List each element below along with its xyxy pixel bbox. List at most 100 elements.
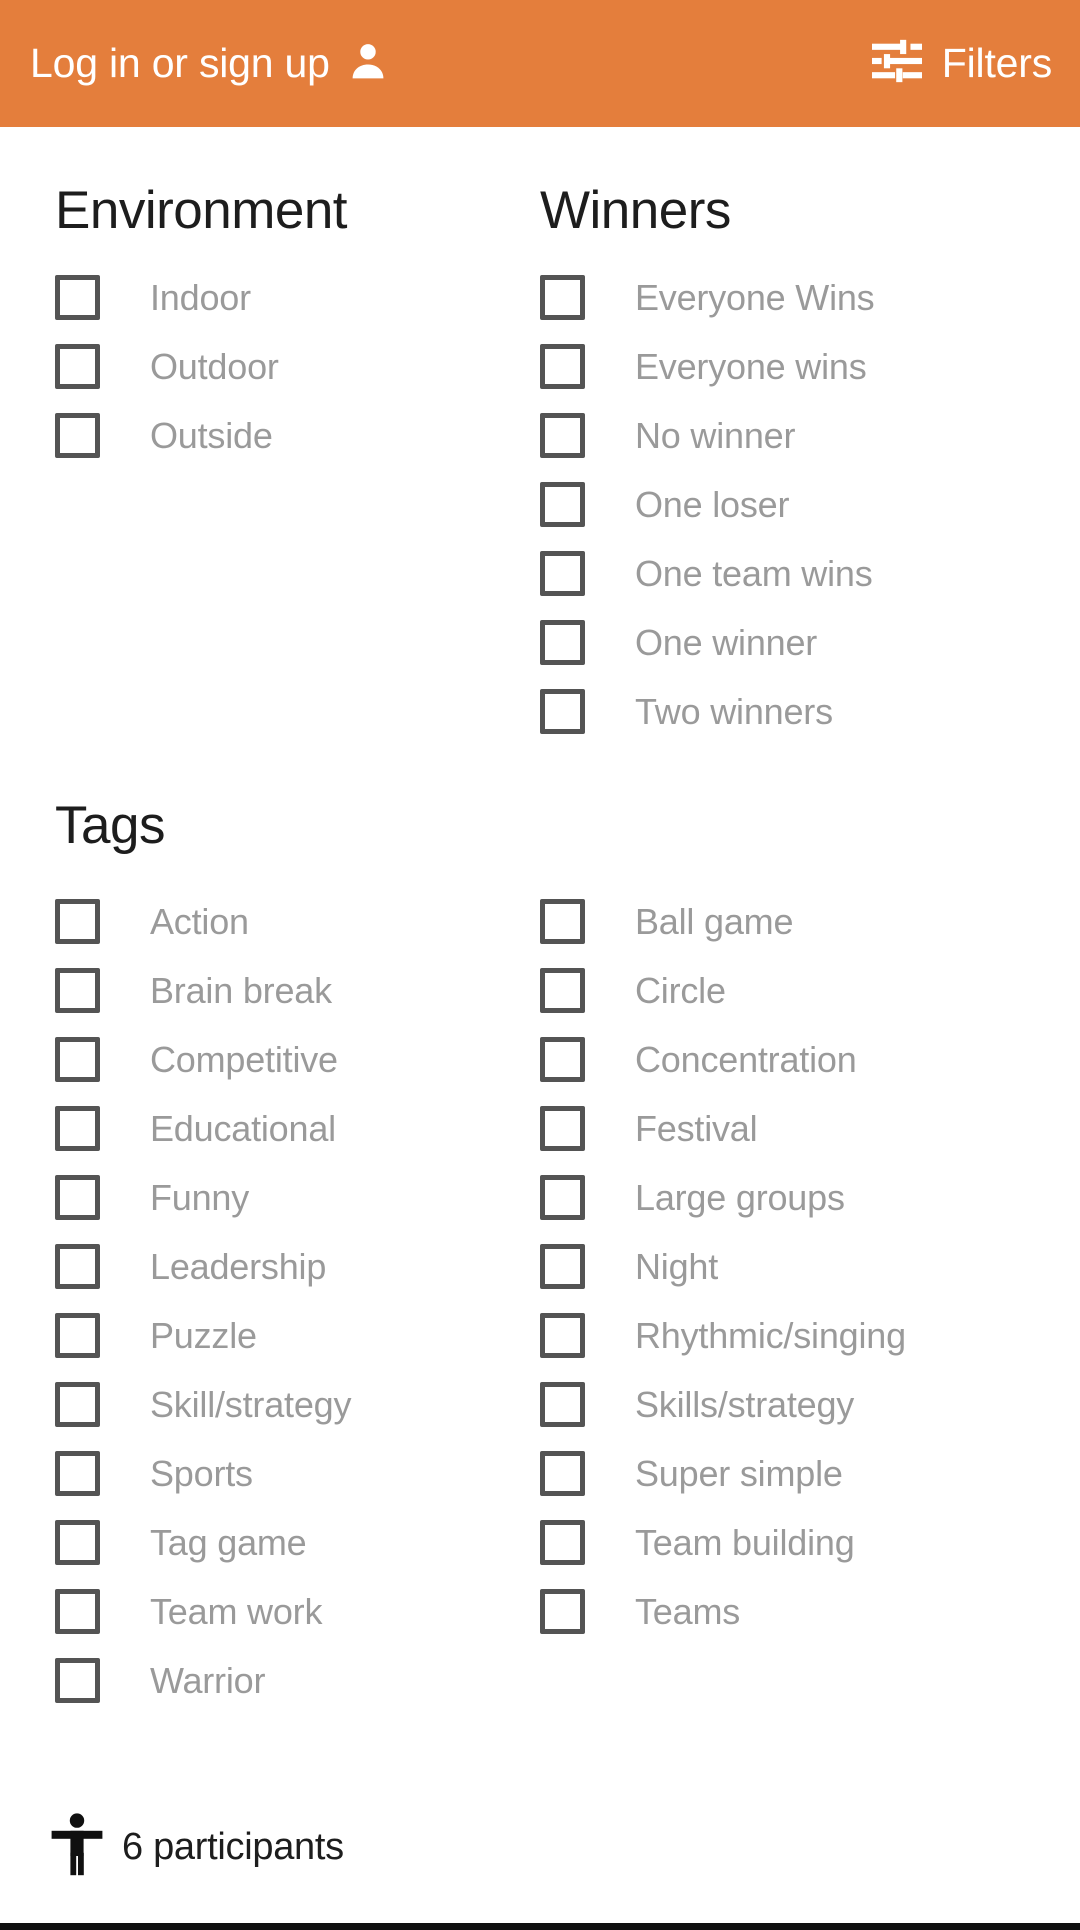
winners-section: Winners Everyone Wins Everyone wins No win… — [540, 182, 875, 746]
login-button[interactable]: Log in or sign up — [30, 39, 390, 88]
checkbox-tag-left-3[interactable] — [55, 1106, 100, 1151]
tag-right-option-row[interactable]: Skills/strategy — [540, 1370, 906, 1439]
winners-option-label: Everyone wins — [635, 345, 867, 387]
filters-button[interactable]: Filters — [871, 39, 1052, 88]
tag-left-option-label: Funny — [150, 1176, 250, 1218]
checkbox-tag-right-10[interactable] — [540, 1589, 585, 1634]
filters-body: Environment Indoor Outdoor Outside Winners… — [0, 127, 1080, 1930]
checkbox-environment-2[interactable] — [55, 413, 100, 459]
tag-right-option-row[interactable]: Circle — [540, 956, 906, 1025]
tag-left-option-label: Warrior — [150, 1659, 266, 1701]
tag-right-option-row[interactable]: Large groups — [540, 1163, 906, 1232]
checkbox-tag-right-4[interactable] — [540, 1175, 585, 1220]
participants-label: 6 participants — [122, 1825, 344, 1868]
tag-right-option-row[interactable]: Teams — [540, 1577, 906, 1646]
checkbox-winners-0[interactable] — [540, 275, 585, 321]
checkbox-tag-right-7[interactable] — [540, 1382, 585, 1427]
winners-option-label: Two winners — [635, 690, 833, 732]
environment-title: Environment — [55, 181, 348, 240]
checkbox-winners-3[interactable] — [540, 482, 585, 528]
winners-option-label: One team wins — [635, 552, 873, 594]
tag-left-option-row[interactable]: Team work — [55, 1577, 351, 1646]
checkbox-tag-left-1[interactable] — [55, 968, 100, 1013]
winners-option-label: One winner — [635, 621, 818, 663]
tag-left-option-label: Action — [150, 900, 249, 942]
tag-left-option-row[interactable]: Brain break — [55, 956, 351, 1025]
checkbox-tag-left-8[interactable] — [55, 1451, 100, 1496]
checkbox-tag-right-2[interactable] — [540, 1037, 585, 1082]
environment-option-row[interactable]: Outdoor — [55, 332, 347, 401]
tag-left-option-label: Leadership — [150, 1245, 327, 1287]
filters-page: Log in or sign up Filters Environment In… — [0, 0, 1080, 1930]
checkbox-tag-right-8[interactable] — [540, 1451, 585, 1496]
tag-left-option-row[interactable]: Funny — [55, 1163, 351, 1232]
winners-option-row[interactable]: One team wins — [540, 539, 875, 608]
tag-left-option-label: Skill/strategy — [150, 1383, 352, 1425]
tag-right-option-row[interactable]: Super simple — [540, 1439, 906, 1508]
checkbox-environment-1[interactable] — [55, 344, 100, 390]
winners-option-row[interactable]: Two winners — [540, 677, 875, 746]
tag-left-option-row[interactable]: Sports — [55, 1439, 351, 1508]
checkbox-tag-left-9[interactable] — [55, 1520, 100, 1565]
tag-right-option-row[interactable]: Concentration — [540, 1025, 906, 1094]
tag-right-option-label: Ball game — [635, 900, 794, 942]
tag-left-option-row[interactable]: Competitive — [55, 1025, 351, 1094]
tag-right-option-row[interactable]: Festival — [540, 1094, 906, 1163]
environment-section: Environment Indoor Outdoor Outside — [55, 181, 348, 470]
checkbox-tag-left-6[interactable] — [55, 1313, 100, 1358]
winners-option-row[interactable]: One winner — [540, 608, 875, 677]
checkbox-winners-4[interactable] — [540, 551, 585, 597]
tag-left-option-label: Tag game — [150, 1521, 307, 1563]
environment-option-label: Indoor — [150, 276, 251, 318]
winners-option-label: One loser — [635, 483, 790, 525]
winners-option-row[interactable]: Everyone Wins — [540, 263, 875, 332]
checkbox-winners-6[interactable] — [540, 689, 585, 735]
tag-left-option-row[interactable]: Educational — [55, 1094, 351, 1163]
checkbox-tag-left-4[interactable] — [55, 1175, 100, 1220]
checkbox-tag-left-0[interactable] — [55, 899, 100, 944]
environment-option-row[interactable]: Outside — [55, 401, 347, 470]
tag-right-option-row[interactable]: Rhythmic/singing — [540, 1301, 906, 1370]
checkbox-environment-0[interactable] — [55, 275, 100, 321]
checkbox-tag-left-10[interactable] — [55, 1589, 100, 1634]
checkbox-tag-right-3[interactable] — [540, 1106, 585, 1151]
winners-title: Winners — [540, 181, 731, 240]
tune-sliders-icon — [871, 39, 922, 88]
tag-left-option-label: Team work — [150, 1590, 323, 1632]
tag-left-option-row[interactable]: Tag game — [55, 1508, 351, 1577]
tag-left-option-label: Sports — [150, 1452, 253, 1494]
checkbox-tag-right-0[interactable] — [540, 899, 585, 944]
participants-row[interactable]: 6 participants — [0, 1770, 1080, 1923]
environment-option-row[interactable]: Indoor — [55, 263, 347, 332]
tag-right-option-label: Teams — [635, 1590, 741, 1632]
checkbox-tag-left-11[interactable] — [55, 1658, 100, 1703]
app-header: Log in or sign up Filters — [0, 0, 1080, 127]
winners-option-label: Everyone Wins — [635, 276, 875, 318]
checkbox-tag-right-1[interactable] — [540, 968, 585, 1013]
checkbox-tag-right-5[interactable] — [540, 1244, 585, 1289]
checkbox-tag-left-5[interactable] — [55, 1244, 100, 1289]
winners-option-row[interactable]: Everyone wins — [540, 332, 875, 401]
tag-right-option-label: Concentration — [635, 1038, 857, 1080]
tag-right-option-row[interactable]: Ball game — [540, 887, 906, 956]
checkbox-winners-5[interactable] — [540, 620, 585, 666]
checkbox-tag-right-9[interactable] — [540, 1520, 585, 1565]
tag-left-option-row[interactable]: Puzzle — [55, 1301, 351, 1370]
tag-right-option-label: Team building — [635, 1521, 855, 1563]
checkbox-winners-1[interactable] — [540, 344, 585, 390]
tag-left-option-row[interactable]: Warrior — [55, 1646, 351, 1715]
checkbox-tag-left-2[interactable] — [55, 1037, 100, 1082]
checkbox-tag-left-7[interactable] — [55, 1382, 100, 1427]
tag-right-option-label: Circle — [635, 969, 726, 1011]
tag-left-option-label: Puzzle — [150, 1314, 257, 1356]
tag-left-option-row[interactable]: Action — [55, 887, 351, 956]
winners-option-row[interactable]: No winner — [540, 401, 875, 470]
tag-right-option-row[interactable]: Team building — [540, 1508, 906, 1577]
checkbox-winners-2[interactable] — [540, 413, 585, 459]
checkbox-tag-right-6[interactable] — [540, 1313, 585, 1358]
winners-option-row[interactable]: One loser — [540, 470, 875, 539]
tag-left-option-row[interactable]: Skill/strategy — [55, 1370, 351, 1439]
tag-right-option-row[interactable]: Night — [540, 1232, 906, 1301]
tag-left-option-row[interactable]: Leadership — [55, 1232, 351, 1301]
tag-right-option-label: Festival — [635, 1107, 758, 1149]
